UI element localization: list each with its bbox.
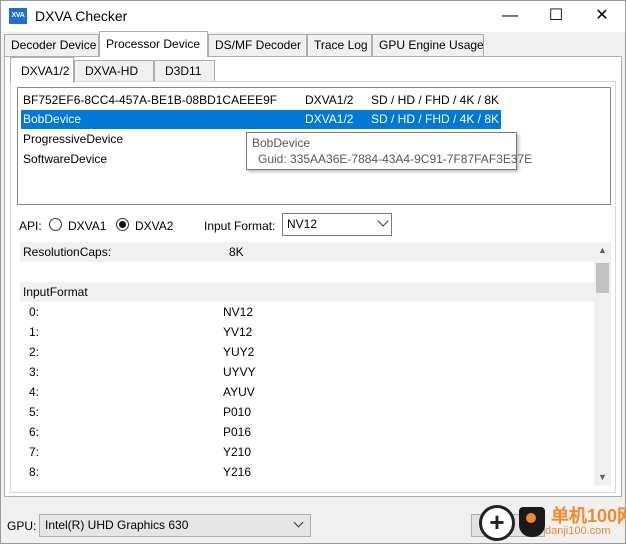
- format-value: UYVY: [223, 365, 256, 379]
- gpu-select[interactable]: Intel(R) UHD Graphics 630: [39, 514, 311, 537]
- tab-trace-log[interactable]: Trace Log: [307, 34, 372, 56]
- window-title: DXVA Checker: [35, 8, 128, 24]
- scroll-thumb[interactable]: [596, 263, 609, 293]
- format-value: NV12: [223, 305, 254, 319]
- api-label: API:: [19, 219, 42, 233]
- table-row: 4: AYUV: [20, 382, 595, 402]
- radio-dxva1-label[interactable]: DXVA1: [68, 219, 106, 233]
- format-value: AYUV: [223, 385, 255, 399]
- scroll-down-icon[interactable]: ▼: [594, 469, 611, 486]
- tab-decoder-device[interactable]: Decoder Device: [4, 34, 99, 56]
- tab-d3d11[interactable]: D3D11: [154, 60, 215, 82]
- radio-dxva2-label[interactable]: DXVA2: [135, 219, 173, 233]
- scroll-up-icon[interactable]: ▲: [594, 242, 611, 259]
- input-format-label: Input Format:: [204, 219, 276, 233]
- table-row: 6: P016: [20, 422, 595, 442]
- processor-device-panel: DXVA1/2 DXVA-HD D3D11 BF752EF6-8CC4-457A…: [4, 56, 622, 497]
- vertical-scrollbar[interactable]: ▲ ▼: [594, 242, 611, 486]
- plus-circle-icon: +: [479, 505, 515, 541]
- property-list[interactable]: ResolutionCaps: 8K InputFormat 0: NV12 1…: [20, 242, 611, 486]
- input-format-value: NV12: [287, 217, 318, 231]
- resolution-caps-row: ResolutionCaps: 8K: [20, 242, 595, 262]
- format-index: 8:: [29, 465, 40, 479]
- resolution-caps-value: 8K: [229, 245, 244, 259]
- device-resolutions: SD / HD / FHD / 4K / 8K: [371, 93, 500, 107]
- table-row: 5: P010: [20, 402, 595, 422]
- table-row: 1: YV12: [20, 322, 595, 342]
- title-bar[interactable]: XVA DXVA Checker — ☐ ✕: [1, 1, 625, 32]
- device-resolutions: SD / HD / FHD / 4K / 8K: [371, 112, 500, 126]
- watermark-url: danji100.com: [545, 525, 611, 537]
- format-index: 1:: [29, 325, 40, 339]
- radio-dxva1[interactable]: [49, 218, 62, 231]
- app-icon: XVA: [9, 8, 27, 24]
- format-value: YV12: [223, 325, 253, 339]
- tooltip-guid: Guid: 335AA36E-7884-43A4-9C91-7F87FAF3E3…: [258, 152, 533, 166]
- table-row: 3: UYVY: [20, 362, 595, 382]
- format-value: P010: [223, 405, 252, 419]
- format-index: 2:: [29, 345, 40, 359]
- device-api: DXVA1/2: [305, 93, 354, 107]
- app-window: XVA DXVA Checker — ☐ ✕ Decoder Device Pr…: [0, 0, 626, 544]
- tab-ds-mf-decoder[interactable]: DS/MF Decoder: [208, 34, 307, 56]
- resolution-caps-key: ResolutionCaps:: [23, 245, 112, 259]
- format-index: 0:: [29, 305, 40, 319]
- chevron-down-icon: [377, 215, 389, 227]
- device-list[interactable]: BF752EF6-8CC4-457A-BE1B-08BD1CAEEE9F DXV…: [17, 87, 611, 205]
- device-name: SoftwareDevice: [23, 152, 108, 166]
- dxva12-panel: BF752EF6-8CC4-457A-BE1B-08BD1CAEEE9F DXV…: [10, 81, 616, 493]
- table-row: 8: Y216: [20, 462, 595, 482]
- watermark-logo-icon: [519, 507, 545, 537]
- format-index: 4:: [29, 385, 40, 399]
- format-index: 7:: [29, 445, 40, 459]
- list-item-selected[interactable]: BobDevice DXVA1/2 SD / HD / FHD / 4K / 8…: [21, 110, 501, 129]
- input-format-select[interactable]: NV12: [282, 213, 392, 236]
- device-name: BF752EF6-8CC4-457A-BE1B-08BD1CAEEE9F: [23, 93, 278, 107]
- gpu-label: GPU:: [7, 519, 37, 533]
- format-index: 3:: [29, 365, 40, 379]
- tab-dxva-hd[interactable]: DXVA-HD: [74, 60, 154, 82]
- minimize-button[interactable]: —: [487, 1, 533, 32]
- format-index: 5:: [29, 405, 40, 419]
- table-row: 2: YUY2: [20, 342, 595, 362]
- list-item[interactable]: BF752EF6-8CC4-457A-BE1B-08BD1CAEEE9F DXV…: [21, 91, 501, 110]
- table-row: 7: Y210: [20, 442, 595, 462]
- format-value: Y210: [223, 445, 252, 459]
- input-format-header: InputFormat: [20, 282, 595, 302]
- chevron-down-icon: [293, 517, 304, 528]
- tab-gpu-engine-usage[interactable]: GPU Engine Usage: [372, 34, 484, 56]
- format-value: YUY2: [223, 345, 255, 359]
- radio-dxva2[interactable]: [116, 218, 129, 231]
- device-api: DXVA1/2: [305, 112, 354, 126]
- watermark: + 单机100网 danji100.com: [479, 501, 626, 545]
- close-button[interactable]: ✕: [579, 1, 625, 32]
- tab-dxva12[interactable]: DXVA1/2: [10, 57, 74, 83]
- device-name: BobDevice: [23, 112, 82, 126]
- device-tooltip: BobDevice Guid: 335AA36E-7884-43A4-9C91-…: [246, 132, 533, 170]
- format-value: P016: [223, 425, 252, 439]
- format-value: Y216: [223, 465, 252, 479]
- gpu-value: Intel(R) UHD Graphics 630: [45, 518, 189, 532]
- tooltip-title: BobDevice: [252, 136, 311, 150]
- main-tab-bar: Decoder Device Processor Device DS/MF De…: [4, 31, 624, 57]
- tab-processor-device[interactable]: Processor Device: [99, 31, 208, 57]
- device-name: ProgressiveDevice: [23, 132, 124, 146]
- format-index: 6:: [29, 425, 40, 439]
- table-row: 0: NV12: [20, 302, 595, 322]
- maximize-button[interactable]: ☐: [533, 1, 579, 32]
